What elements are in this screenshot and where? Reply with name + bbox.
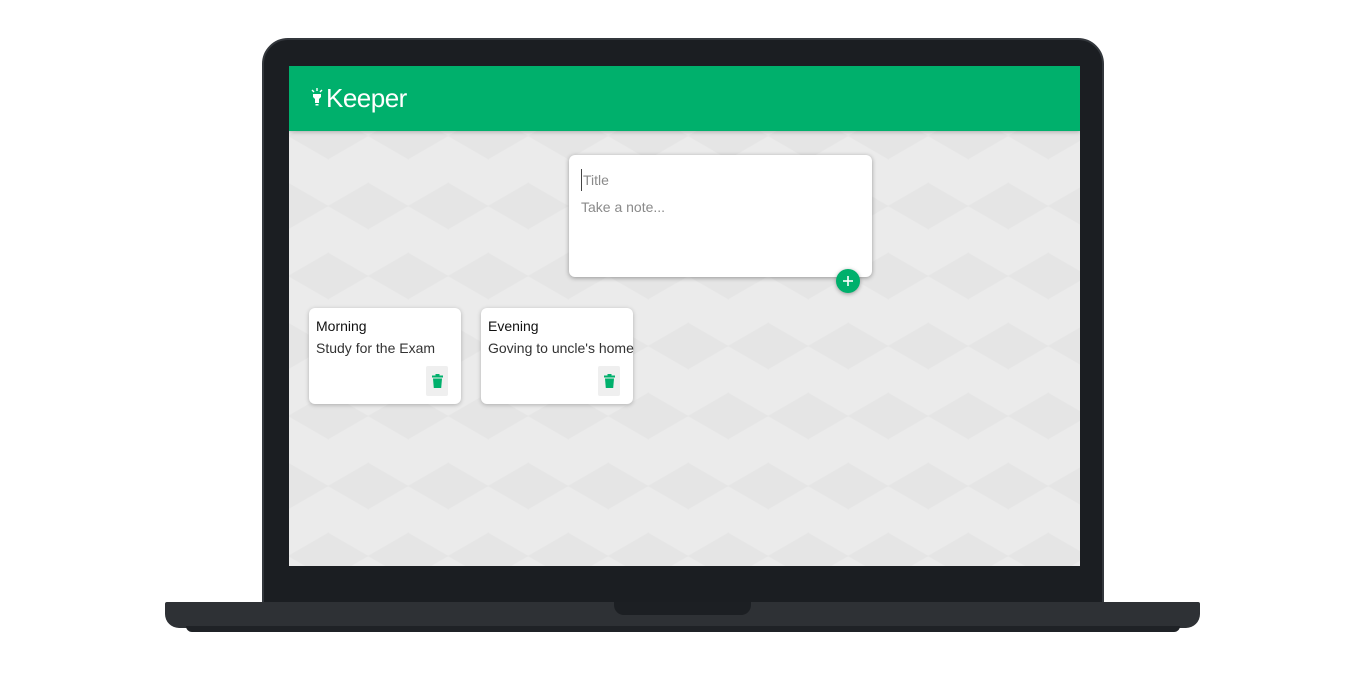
note-content-input[interactable] (581, 195, 860, 235)
laptop-mockup: Keeper Morning Study for the Exam (0, 0, 1366, 686)
add-note-button[interactable] (836, 269, 860, 293)
app-header: Keeper (289, 66, 1080, 131)
note-title: Morning (316, 318, 367, 334)
lightbulb-icon (311, 87, 323, 105)
app-title: Keeper (326, 83, 407, 113)
note-title: Evening (488, 318, 539, 334)
laptop-notch (614, 602, 751, 615)
laptop-base-foot (186, 626, 1180, 632)
note-card: Morning Study for the Exam (309, 308, 461, 404)
create-note-form (569, 155, 872, 293)
app-logo: Keeper (311, 83, 407, 114)
delete-note-button[interactable] (426, 366, 448, 396)
trash-icon (431, 374, 443, 388)
plus-icon (843, 276, 853, 286)
app-screen: Keeper Morning Study for the Exam (289, 66, 1080, 566)
note-content: Goving to uncle's home (488, 340, 634, 356)
note-card: Evening Goving to uncle's home (481, 308, 634, 404)
note-content: Study for the Exam (316, 340, 436, 356)
note-title-input[interactable] (581, 169, 860, 191)
delete-note-button[interactable] (598, 366, 620, 396)
trash-icon (603, 374, 615, 388)
